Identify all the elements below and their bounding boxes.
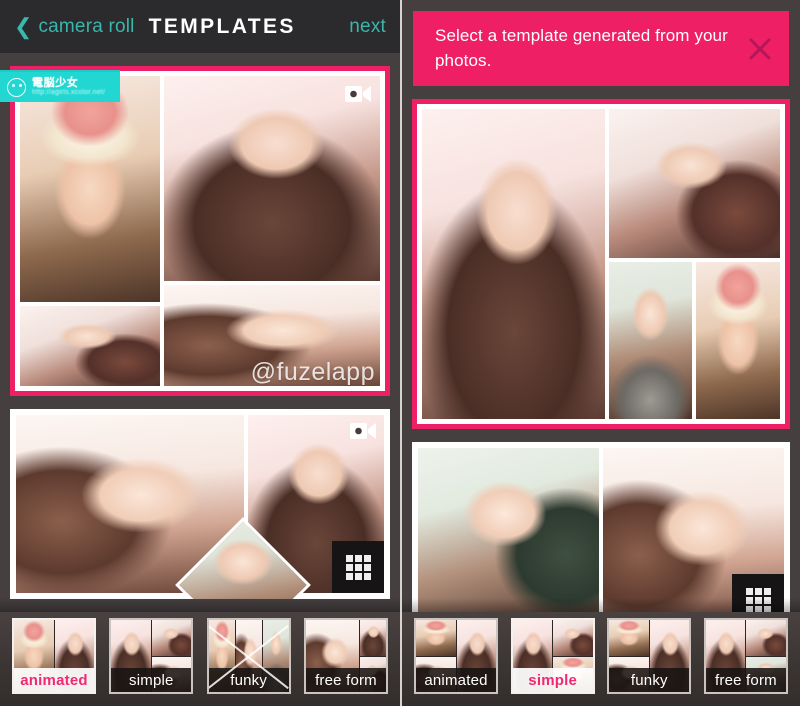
watermark-text: 電脳少女 http://agirls.xcolor.net/ [32, 76, 106, 97]
grid-3x3-icon[interactable] [332, 541, 384, 593]
template-preview-list-right[interactable] [402, 99, 800, 632]
dual-screenshot-container: ❮ camera roll TEMPLATES next 電脳少女 http:/… [0, 0, 800, 706]
template-tab-label: animated [14, 668, 94, 692]
template-tab-animated[interactable]: animated [12, 618, 96, 694]
template-category-bar-left: animated simple funky free form [0, 612, 400, 706]
template-tab-simple[interactable]: simple [510, 618, 595, 694]
template-tab-label: animated [416, 668, 496, 692]
next-button[interactable]: next [349, 16, 386, 38]
cat-face-icon [7, 77, 26, 97]
right-phone-screen: Select a template generated from your ph… [400, 0, 800, 706]
collage-photo-sweater [608, 261, 693, 419]
grid-dots [345, 554, 371, 580]
template-tab-free-form[interactable]: free form [303, 618, 388, 694]
collage-photo-hat [20, 76, 161, 303]
collage-photo-hand [20, 306, 161, 386]
navigation-bar: ❮ camera roll TEMPLATES next [0, 0, 400, 53]
site-watermark-badge: 電脳少女 http://agirls.xcolor.net/ [0, 70, 120, 102]
collage-preview-1[interactable] [412, 99, 790, 429]
left-phone-screen: ❮ camera roll TEMPLATES next 電脳少女 http:/… [0, 0, 400, 706]
collage-photo-green-bg [418, 448, 599, 626]
template-tab-label: free form [705, 668, 786, 692]
grid-dots [745, 587, 771, 613]
back-to-camera-roll-button[interactable]: camera roll [38, 16, 134, 38]
template-tab-label: simple [512, 668, 593, 692]
collage-preview-2[interactable] [10, 409, 390, 599]
chevron-left-icon[interactable]: ❮ [14, 15, 32, 38]
collage-photo-hat [696, 261, 780, 419]
collage-photo-closeup [164, 284, 380, 386]
template-preview-list-left[interactable]: @fuzelapp [0, 66, 400, 599]
page-title: TEMPLATES [148, 14, 296, 38]
collage-bottom-pair [608, 261, 780, 419]
video-camera-icon [345, 84, 371, 104]
template-tab-label: simple [111, 668, 192, 692]
template-category-bar-right: animated simple funky free form [402, 612, 800, 706]
watermark-title: 電脳少女 [32, 76, 79, 89]
funky-x-overlay-icon [209, 620, 289, 692]
template-tab-funky[interactable]: funky [206, 618, 291, 694]
template-tab-label: funky [609, 668, 690, 692]
template-tab-animated[interactable]: animated [414, 618, 498, 694]
bottom-bar-shadow [0, 598, 400, 612]
banner-message: Select a template generated from your ph… [435, 26, 728, 70]
watermark-url: http://agirls.xcolor.net/ [32, 89, 106, 97]
template-tab-simple[interactable]: simple [109, 618, 194, 694]
info-banner: Select a template generated from your ph… [413, 11, 789, 86]
template-tab-funky[interactable]: funky [607, 618, 692, 694]
video-camera-icon [350, 421, 376, 441]
template-tab-label: free form [305, 668, 386, 692]
collage-preview-2[interactable] [412, 442, 790, 632]
collage-photo-long-hair [164, 76, 380, 281]
close-x-icon[interactable] [747, 36, 773, 62]
collage-preview-1[interactable]: @fuzelapp [10, 66, 390, 396]
template-tab-free-form[interactable]: free form [703, 618, 788, 694]
collage-photo-large-portrait [422, 109, 605, 419]
collage-photo-hand [608, 109, 780, 258]
